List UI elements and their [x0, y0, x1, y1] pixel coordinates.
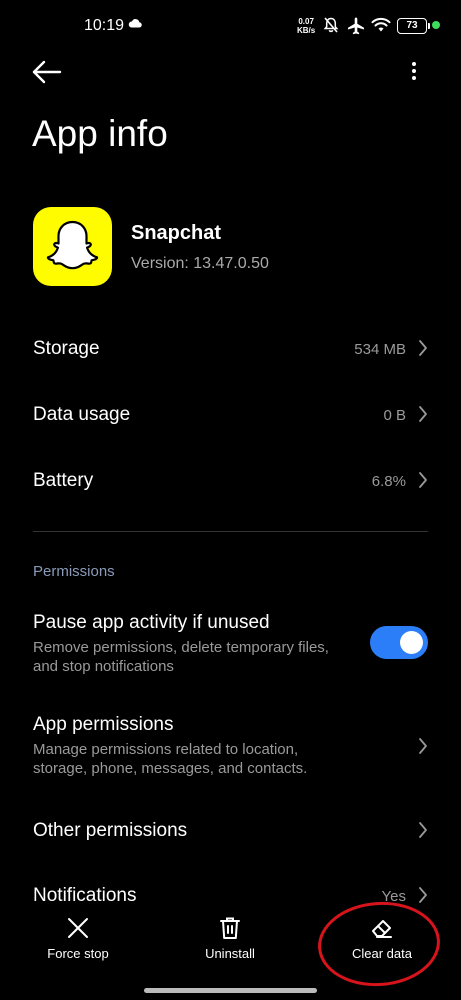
row-storage[interactable]: Storage 534 MB [0, 318, 461, 380]
row-value: 6.8% [371, 473, 406, 490]
chevron-right-icon [419, 340, 427, 356]
status-bar: 10:19 0.07 KB/s 73 [0, 0, 461, 52]
battery-level: 73 [406, 20, 418, 31]
status-time: 10:19 [84, 17, 125, 34]
row-data-usage[interactable]: Data usage 0 B [0, 384, 461, 446]
app-permissions-subtitle-line-1: Manage permissions related to location, [33, 741, 299, 758]
row-label: Battery [33, 470, 94, 491]
app-version: Version: 13.47.0.50 [131, 255, 269, 272]
app-permissions-title: App permissions [33, 714, 174, 735]
more-options-button[interactable] [404, 58, 424, 86]
pause-title: Pause app activity if unused [33, 612, 270, 633]
section-header-permissions: Permissions [33, 563, 115, 580]
row-other-permissions[interactable]: Other permissions [0, 800, 461, 862]
snapchat-ghost-icon [46, 220, 99, 270]
row-value: 0 B [383, 407, 406, 424]
net-speed-value: 0.07 [298, 17, 314, 26]
chevron-right-icon [419, 887, 427, 903]
other-permissions-title: Other permissions [33, 820, 188, 841]
net-speed: 0.07 KB/s [297, 17, 315, 35]
divider [33, 531, 428, 532]
chevron-right-icon [419, 822, 427, 838]
pause-subtitle: Remove permissions, delete temporary fil… [33, 638, 373, 676]
toggle-knob [400, 631, 423, 654]
row-value: 534 MB [354, 341, 406, 358]
trash-icon [220, 917, 240, 939]
uninstall-label: Uninstall [205, 946, 255, 961]
app-permissions-subtitle: Manage permissions related to location, … [33, 740, 373, 778]
row-label: Data usage [33, 404, 131, 425]
pause-subtitle-line-1: Remove permissions, delete temporary fil… [33, 639, 329, 656]
privacy-dot [432, 21, 440, 29]
mute-icon [323, 17, 339, 33]
chevron-right-icon [419, 738, 427, 754]
chevron-right-icon [419, 406, 427, 422]
app-permissions-subtitle-line-2: storage, phone, messages, and contacts. [33, 760, 308, 777]
page-title: App info [32, 113, 168, 154]
notifications-title: Notifications [33, 885, 137, 906]
wifi-icon [371, 17, 391, 32]
airplane-icon [348, 17, 364, 35]
chevron-right-icon [419, 472, 427, 488]
close-icon [68, 918, 88, 938]
app-icon [33, 207, 112, 286]
home-indicator[interactable] [144, 988, 317, 993]
row-battery[interactable]: Battery 6.8% [0, 450, 461, 512]
back-button[interactable] [30, 58, 64, 86]
row-app-permissions[interactable]: App permissions Manage permissions relat… [0, 702, 461, 792]
battery-icon: 73 [397, 18, 430, 34]
uninstall-button[interactable]: Uninstall [170, 905, 290, 961]
pause-app-activity-toggle[interactable] [370, 626, 428, 659]
pause-subtitle-line-2: and stop notifications [33, 658, 174, 675]
force-stop-label: Force stop [47, 946, 109, 961]
force-stop-button[interactable]: Force stop [18, 905, 138, 961]
net-speed-unit: KB/s [297, 26, 316, 35]
app-name: Snapchat [131, 222, 222, 244]
row-label: Storage [33, 338, 100, 359]
cloud-icon [128, 19, 142, 28]
